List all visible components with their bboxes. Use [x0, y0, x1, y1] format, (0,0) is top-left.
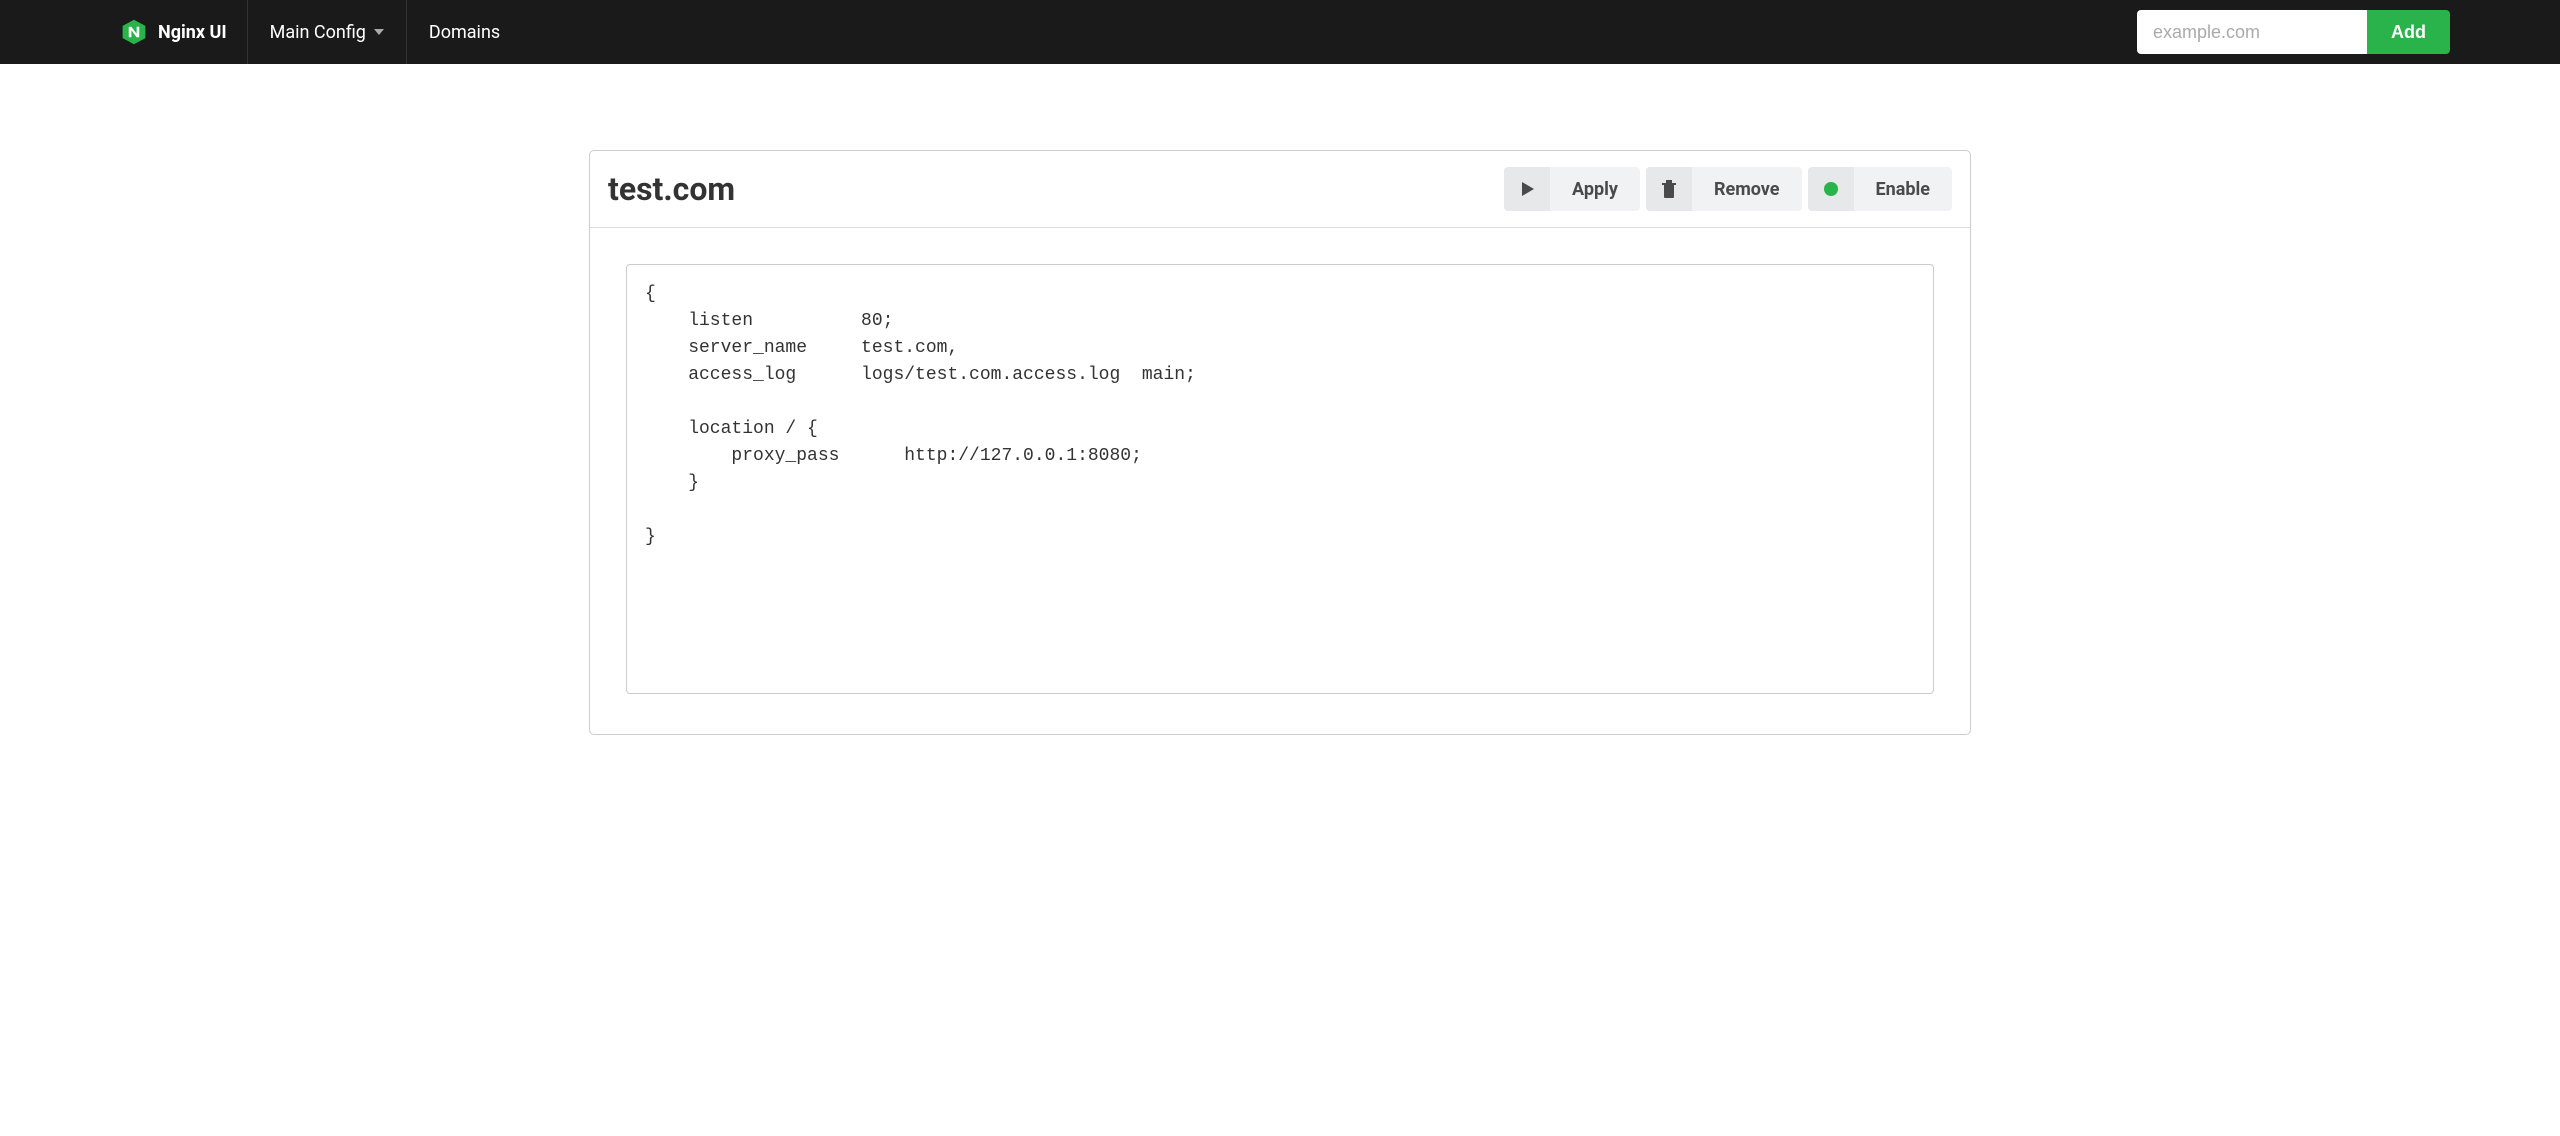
play-icon[interactable] [1504, 167, 1550, 211]
brand-title: Nginx UI [158, 22, 227, 43]
toolbar: Apply Remove Enable [1504, 167, 1952, 211]
config-editor[interactable] [626, 264, 1934, 694]
page-title: test.com [608, 170, 735, 208]
panel-body [590, 228, 1970, 734]
status-indicator-icon[interactable] [1808, 167, 1854, 211]
remove-group: Remove [1646, 167, 1802, 211]
main-panel: test.com Apply Remove [589, 150, 1971, 735]
panel-header: test.com Apply Remove [590, 151, 1970, 228]
nav-main-config[interactable]: Main Config [247, 0, 406, 64]
enable-group: Enable [1808, 167, 1952, 211]
remove-button[interactable]: Remove [1692, 167, 1802, 211]
brand[interactable]: Nginx UI [20, 0, 247, 64]
trash-icon[interactable] [1646, 167, 1692, 211]
nav-domains-label: Domains [429, 22, 500, 43]
nav-main-config-label: Main Config [270, 22, 366, 43]
navbar: Nginx UI Main Config Domains Add [0, 0, 2560, 64]
chevron-down-icon [374, 29, 384, 35]
add-domain-button[interactable]: Add [2367, 10, 2450, 54]
nginx-logo-icon [120, 18, 148, 46]
apply-button[interactable]: Apply [1550, 167, 1640, 211]
add-domain-input[interactable] [2137, 10, 2367, 54]
enable-button[interactable]: Enable [1854, 167, 1952, 211]
add-domain-form: Add [2137, 10, 2450, 54]
apply-group: Apply [1504, 167, 1640, 211]
nav-domains[interactable]: Domains [406, 0, 522, 64]
status-dot [1824, 182, 1838, 196]
